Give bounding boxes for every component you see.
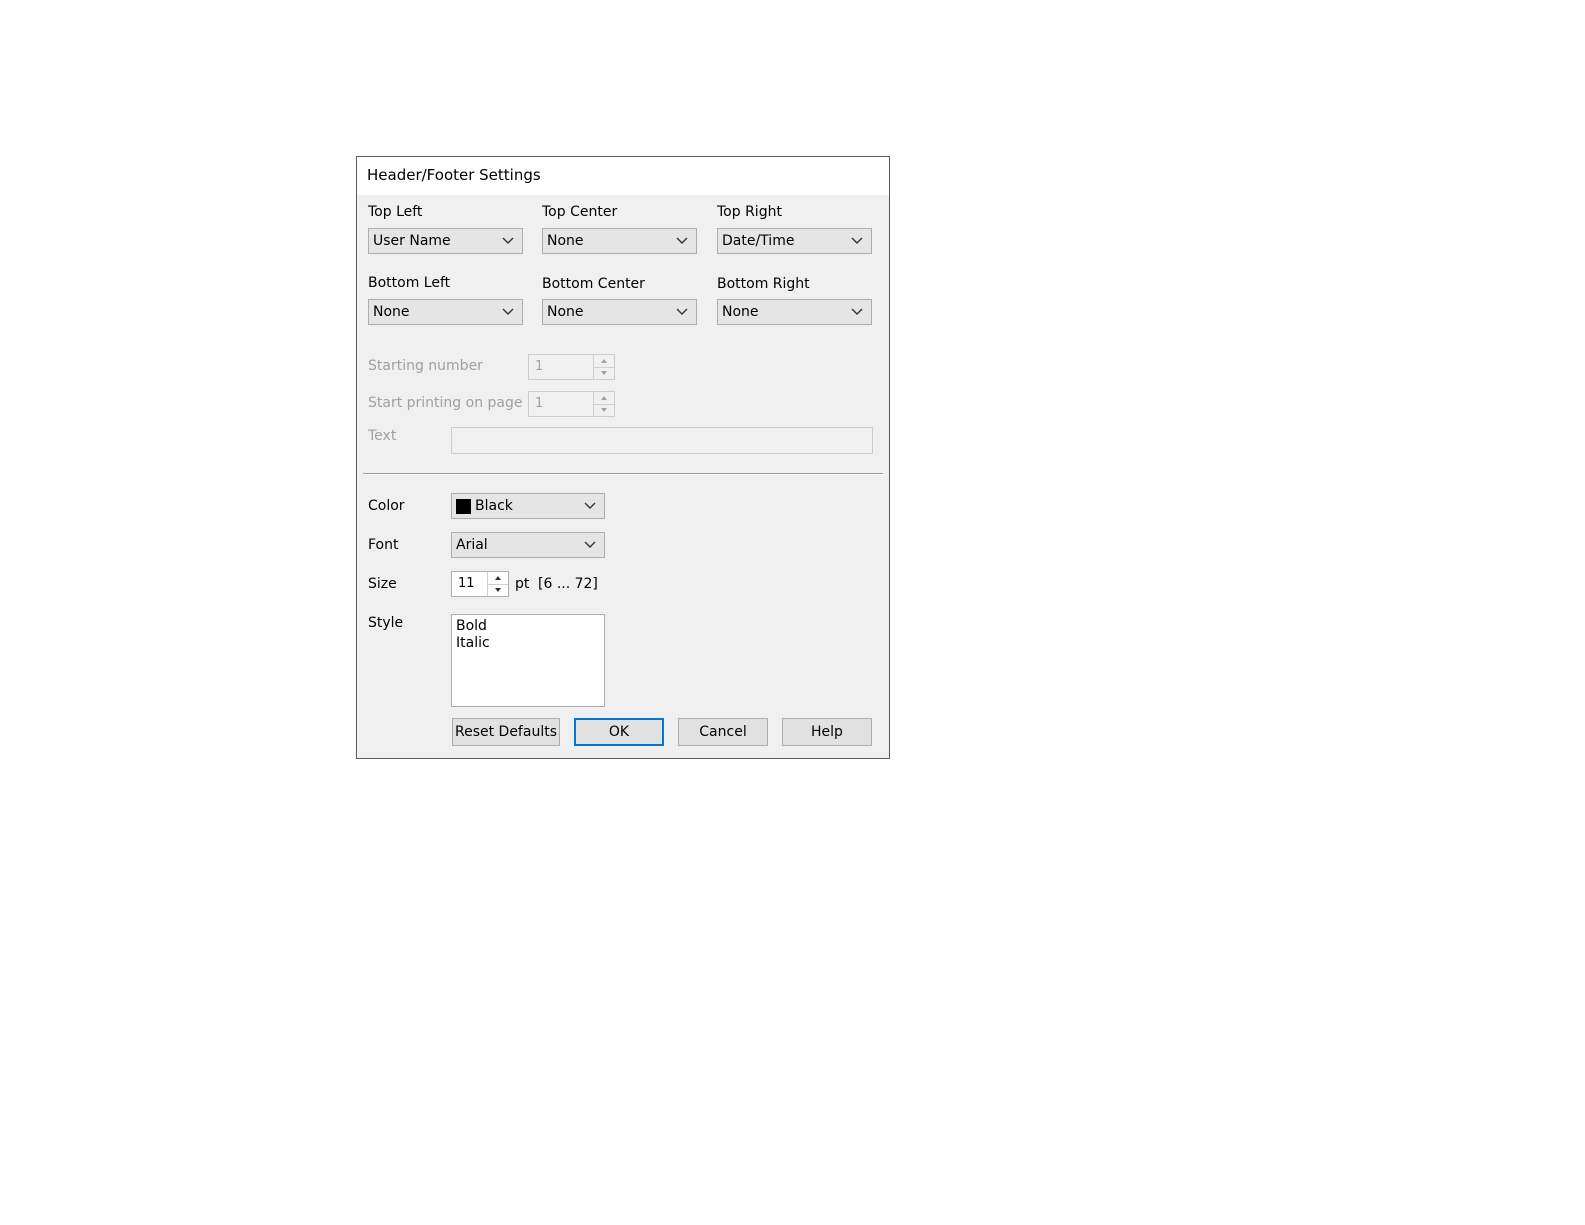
style-option-bold[interactable]: Bold: [452, 618, 604, 635]
start-page-spinner[interactable]: 1: [528, 391, 615, 417]
starting-number-label: Starting number: [368, 358, 483, 374]
top-center-label: Top Center: [542, 204, 618, 220]
font-select[interactable]: Arial: [451, 532, 605, 558]
style-option-italic[interactable]: Italic: [452, 635, 604, 652]
help-button[interactable]: Help: [782, 718, 872, 746]
top-right-select[interactable]: Date/Time: [717, 228, 872, 254]
dialog-titlebar: Header/Footer Settings: [357, 157, 889, 195]
chevron-down-icon: [851, 237, 863, 244]
spinner-arrows: [593, 392, 614, 416]
font-label: Font: [368, 537, 399, 553]
chevron-down-icon: [851, 308, 863, 315]
chevron-down-icon: [584, 541, 596, 548]
bottom-center-select[interactable]: None: [542, 299, 697, 325]
chevron-down-icon: [502, 237, 514, 244]
spinner-arrows: [593, 355, 614, 379]
top-left-label: Top Left: [368, 204, 423, 220]
size-label: Size: [368, 576, 397, 592]
bottom-left-value: None: [373, 304, 410, 320]
chevron-down-icon: [584, 502, 596, 509]
size-range: [6 ... 72]: [538, 576, 598, 592]
text-input[interactable]: [451, 427, 873, 454]
arrow-down-icon[interactable]: [488, 584, 508, 596]
bottom-center-value: None: [547, 304, 584, 320]
chevron-down-icon: [676, 308, 688, 315]
top-center-select[interactable]: None: [542, 228, 697, 254]
top-left-value: User Name: [373, 233, 451, 249]
font-value: Arial: [456, 537, 488, 553]
size-value: 11: [458, 576, 475, 591]
top-left-select[interactable]: User Name: [368, 228, 523, 254]
page: Header/Footer Settings Top Left User Nam…: [0, 0, 1585, 1225]
ok-button[interactable]: OK: [574, 718, 664, 746]
bottom-right-label: Bottom Right: [717, 276, 810, 292]
spinner-arrows: [487, 572, 508, 596]
top-right-value: Date/Time: [722, 233, 795, 249]
bottom-right-select[interactable]: None: [717, 299, 872, 325]
bottom-left-label: Bottom Left: [368, 275, 451, 291]
bottom-center-label: Bottom Center: [542, 276, 645, 292]
bottom-left-select[interactable]: None: [368, 299, 523, 325]
section-divider: [363, 473, 883, 475]
color-swatch: [456, 499, 471, 514]
starting-number-value: 1: [535, 359, 544, 374]
starting-number-spinner[interactable]: 1: [528, 354, 615, 380]
top-right-label: Top Right: [717, 204, 782, 220]
color-value: Black: [475, 498, 513, 514]
size-unit: pt: [515, 576, 530, 592]
chevron-down-icon: [502, 308, 514, 315]
dialog-title: Header/Footer Settings: [367, 166, 541, 184]
size-spinner[interactable]: 11: [451, 571, 509, 597]
color-label: Color: [368, 498, 405, 514]
arrow-down-icon[interactable]: [594, 367, 614, 379]
style-label: Style: [368, 615, 404, 631]
arrow-down-icon[interactable]: [594, 404, 614, 416]
chevron-down-icon: [676, 237, 688, 244]
color-select[interactable]: Black: [451, 493, 605, 519]
top-center-value: None: [547, 233, 584, 249]
style-listbox[interactable]: Bold Italic: [451, 614, 605, 707]
bottom-right-value: None: [722, 304, 759, 320]
start-page-label: Start printing on page: [368, 395, 523, 411]
start-page-value: 1: [535, 396, 544, 411]
reset-defaults-button[interactable]: Reset Defaults: [452, 718, 560, 746]
cancel-button[interactable]: Cancel: [678, 718, 768, 746]
text-label: Text: [368, 428, 397, 444]
header-footer-dialog: Header/Footer Settings Top Left User Nam…: [356, 156, 890, 759]
